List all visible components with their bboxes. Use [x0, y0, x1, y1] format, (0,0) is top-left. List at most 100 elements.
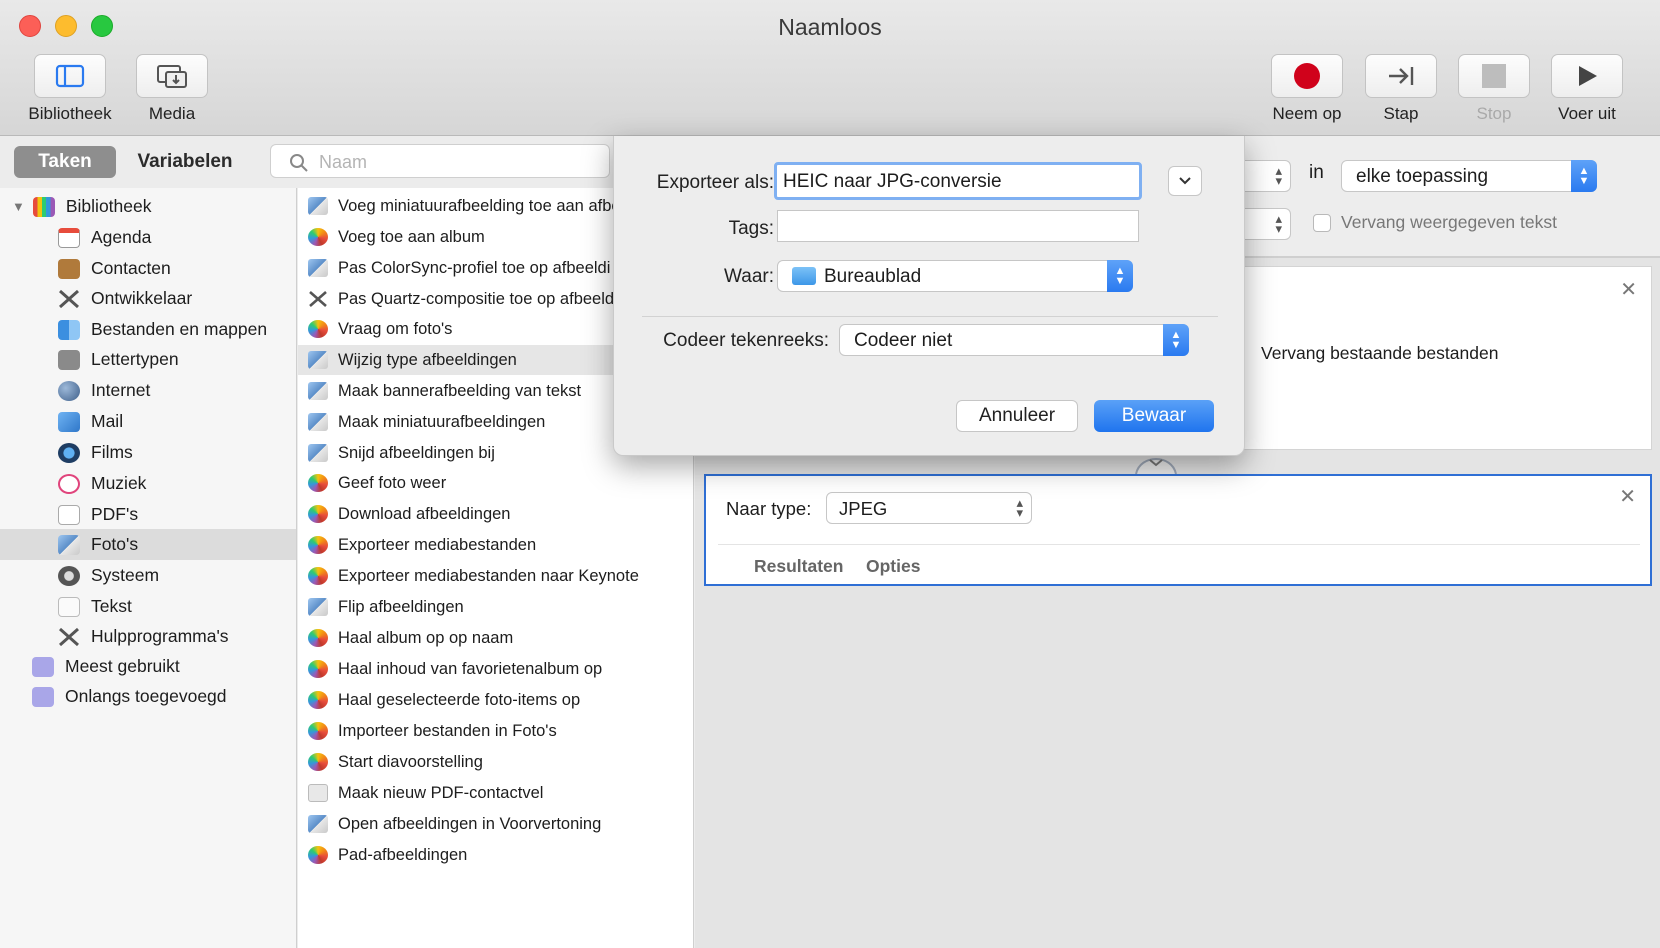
- quicktime-icon: [58, 442, 80, 463]
- action-label: Voeg toe aan album: [338, 227, 485, 246]
- library-toggle-button[interactable]: [34, 54, 106, 98]
- mail-icon: [58, 411, 80, 432]
- sidebar-item-mail[interactable]: Mail: [0, 406, 296, 437]
- media-button[interactable]: [136, 54, 208, 98]
- sidebar-item-library[interactable]: ▼ Bibliotheek: [0, 191, 296, 222]
- action-label: Start diavoorstelling: [338, 752, 483, 771]
- cancel-button[interactable]: Annuleer: [956, 400, 1078, 432]
- developer-tools-icon: [309, 291, 327, 307]
- search-icon: [290, 154, 308, 172]
- list-item[interactable]: Flip afbeeldingen: [298, 592, 693, 622]
- action-label: Maak bannerafbeelding van tekst: [338, 381, 582, 400]
- action-label: Pad-afbeeldingen: [338, 845, 468, 864]
- expand-dialog-button[interactable]: [1168, 166, 1202, 196]
- sidebar-item-contacts[interactable]: Contacten: [0, 253, 296, 284]
- sidebar-item-system[interactable]: Systeem: [0, 560, 296, 591]
- list-item[interactable]: Haal album op op naam: [298, 623, 693, 653]
- image-action-icon: [308, 598, 328, 616]
- sidebar-item-photos[interactable]: Foto's: [0, 529, 296, 560]
- tab-actions[interactable]: Taken: [14, 146, 116, 178]
- stop-button[interactable]: [1458, 54, 1530, 98]
- sidebar-item-movies[interactable]: Films: [0, 437, 296, 468]
- media-label: Media: [148, 104, 196, 123]
- sidebar-item-most-used[interactable]: Meest gebruikt: [0, 651, 296, 682]
- replace-text-label: Vervang weergegeven tekst: [1341, 212, 1557, 232]
- step-button[interactable]: [1365, 54, 1437, 98]
- action-label: Maak miniatuurafbeeldingen: [338, 412, 546, 431]
- photos-app-icon: [308, 722, 328, 740]
- sidebar-item-music[interactable]: Muziek: [0, 468, 296, 499]
- finder-icon: [58, 319, 80, 340]
- list-item[interactable]: Open afbeeldingen in Voorvertoning: [298, 809, 693, 839]
- export-as-field[interactable]: HEIC naar JPG-conversie: [774, 162, 1142, 200]
- photos-app-icon: [308, 505, 328, 523]
- workflow-action-card-change-type: ✕ Naar type: JPEG ▴ ▾ Resultaten Opties: [704, 474, 1652, 586]
- list-item[interactable]: Start diavoorstelling: [298, 747, 693, 777]
- sidebar-item-label: Foto's: [91, 534, 139, 554]
- sidebar-item-pdfs[interactable]: PDF's: [0, 499, 296, 530]
- sidebar-item-text[interactable]: Tekst: [0, 591, 296, 622]
- action-label: Haal album op op naam: [338, 628, 514, 647]
- where-value: Bureaublad: [824, 266, 922, 287]
- save-button[interactable]: Bewaar: [1094, 400, 1214, 432]
- search-input[interactable]: Naam: [270, 144, 610, 178]
- export-as-value: HEIC naar JPG-conversie: [783, 171, 1002, 192]
- to-type-value: JPEG: [839, 498, 888, 519]
- sidebar-item-developer[interactable]: Ontwikkelaar: [0, 283, 296, 314]
- list-item[interactable]: Geef foto weer: [298, 468, 693, 498]
- library-label: Bibliotheek: [28, 104, 112, 123]
- pdf-icon: [58, 504, 80, 525]
- application-select[interactable]: elke toepassing ▲ ▼: [1341, 160, 1597, 192]
- list-item[interactable]: Download afbeeldingen: [298, 499, 693, 529]
- list-item[interactable]: Haal geselecteerde foto-items op: [298, 685, 693, 715]
- smart-folder-icon: [32, 656, 54, 677]
- image-action-icon: [308, 815, 328, 833]
- image-action-icon: [308, 413, 328, 431]
- replace-text-checkbox[interactable]: [1313, 214, 1331, 232]
- play-icon: [1579, 66, 1597, 86]
- smart-folder-icon: [32, 686, 54, 707]
- list-item[interactable]: Haal inhoud van favorietenalbum op: [298, 654, 693, 684]
- close-icon[interactable]: ✕: [1620, 277, 1637, 302]
- tab-variables[interactable]: Variabelen: [120, 146, 250, 178]
- sidebar-item-label: Internet: [91, 380, 151, 400]
- sidebar-item-label: Ontwikkelaar: [91, 288, 193, 308]
- action-label: Pas Quartz-compositie toe op afbeeld: [338, 289, 615, 308]
- sidebar-item-fonts[interactable]: Lettertypen: [0, 344, 296, 375]
- list-item[interactable]: Exporteer mediabestanden: [298, 530, 693, 560]
- sidebar-item-label: Bibliotheek: [65, 196, 152, 216]
- desktop-folder-icon: [792, 267, 816, 285]
- list-item[interactable]: Pad-afbeeldingen: [298, 840, 693, 870]
- tab-options[interactable]: Opties: [866, 556, 920, 577]
- application-select-value: elke toepassing: [1356, 166, 1489, 187]
- stepper-icon: ▴ ▾: [1016, 495, 1023, 520]
- sidebar-item-agenda[interactable]: Agenda: [0, 222, 296, 253]
- run-button[interactable]: [1551, 54, 1623, 98]
- encoding-select[interactable]: Codeer niet ▲ ▼: [839, 324, 1189, 356]
- list-item[interactable]: Maak nieuw PDF-contactvel: [298, 778, 693, 808]
- sidebar-item-internet[interactable]: Internet: [0, 375, 296, 406]
- list-item[interactable]: Importeer bestanden in Foto's: [298, 716, 693, 746]
- stop-label: Stop: [1476, 104, 1512, 123]
- record-button[interactable]: [1271, 54, 1343, 98]
- developer-tools-icon: [59, 289, 79, 308]
- action-label: Open afbeeldingen in Voorvertoning: [338, 814, 602, 833]
- close-icon[interactable]: ✕: [1619, 484, 1636, 509]
- tags-field[interactable]: [777, 210, 1139, 242]
- list-item[interactable]: Exporteer mediabestanden naar Keynote: [298, 561, 693, 591]
- record-label: Neem op: [1272, 104, 1342, 123]
- to-type-select[interactable]: JPEG ▴ ▾: [826, 492, 1032, 524]
- photos-app-icon: [308, 228, 328, 246]
- where-select[interactable]: Bureaublad ▲ ▼: [777, 260, 1133, 292]
- action-label: Wijzig type afbeeldingen: [338, 350, 517, 369]
- sidebar-item-label: Hulpprogramma's: [91, 626, 229, 646]
- stepper-icon: ▲ ▼: [1163, 324, 1189, 356]
- sidebar-item-files-folders[interactable]: Bestanden en mappen: [0, 314, 296, 345]
- sidebar-item-utilities[interactable]: Hulpprogramma's: [0, 621, 296, 652]
- tab-results[interactable]: Resultaten: [754, 556, 843, 577]
- chevron-down-icon: [1179, 177, 1191, 185]
- action-label: Haal geselecteerde foto-items op: [338, 690, 581, 709]
- photos-app-icon: [308, 536, 328, 554]
- globe-icon: [58, 380, 80, 401]
- sidebar-item-recently-added[interactable]: Onlangs toegevoegd: [0, 681, 296, 712]
